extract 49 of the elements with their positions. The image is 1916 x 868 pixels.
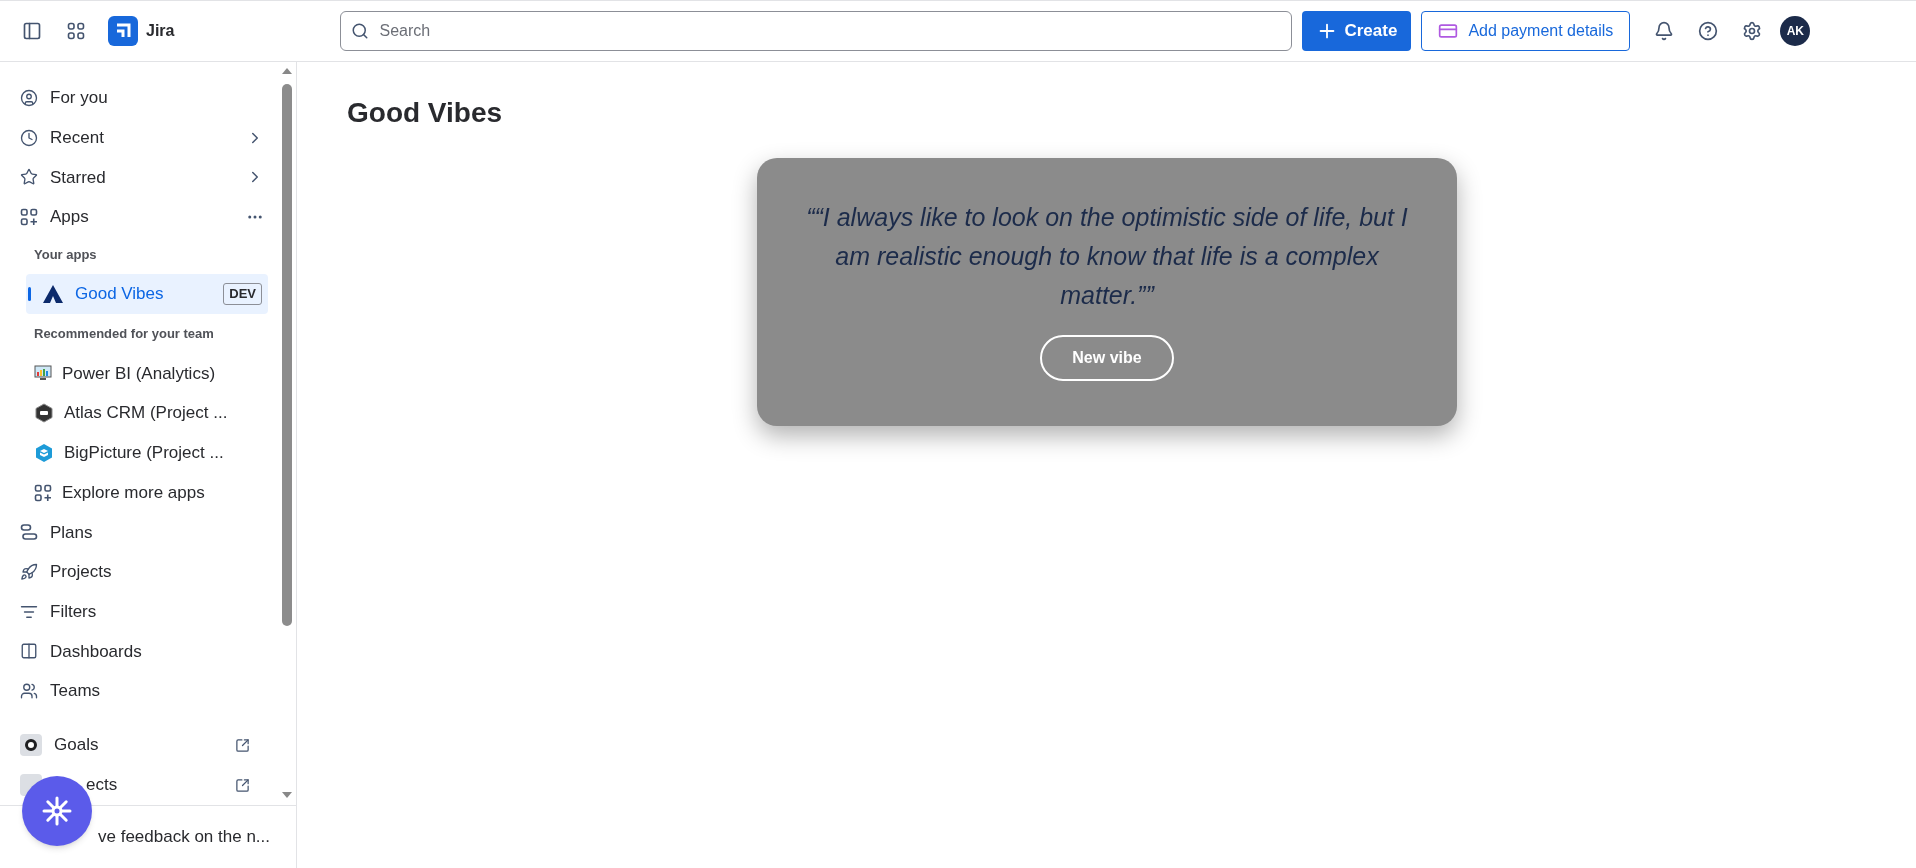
app-item[interactable]: Good Vibes DEV — [26, 274, 268, 315]
section-heading: Your apps — [34, 245, 98, 264]
sidebar-item[interactable]: Plans — [16, 512, 268, 553]
search-icon — [351, 22, 370, 40]
sidebar-item[interactable]: Starred — [16, 157, 268, 198]
star-icon — [20, 168, 38, 187]
clock-icon — [20, 128, 38, 147]
payment-button[interactable]: Add payment details — [1421, 11, 1631, 51]
page-title: Good Vibes — [347, 96, 504, 130]
external-link-icon — [235, 737, 250, 753]
app-item[interactable]: Atlas CRM (Project ... — [16, 393, 268, 434]
help-icon[interactable] — [1698, 21, 1719, 41]
sidebar-item[interactable]: Projects — [16, 552, 268, 592]
people-icon — [20, 682, 38, 701]
sidebar-item[interactable]: Filters — [16, 591, 268, 632]
chart-monitor-icon — [34, 364, 52, 383]
mountain-icon — [43, 285, 63, 304]
sparkle-icon — [42, 796, 72, 826]
app-item[interactable]: Explore more apps — [16, 472, 268, 513]
feedback-link[interactable]: ve feedback on the n... — [98, 824, 270, 850]
card-icon — [1438, 21, 1459, 41]
settings-icon[interactable] — [1742, 21, 1763, 41]
external-link-icon — [235, 777, 250, 793]
sidebar-item[interactable]: Dashboards — [16, 631, 268, 672]
quote-text: ““I always like to look on the optimistic side of life, but I am realistic enough to know that life is a complex matter.”” — [805, 202, 1409, 311]
notifications-icon[interactable] — [1654, 21, 1675, 41]
app-name: Jira — [146, 21, 175, 41]
person-icon — [20, 88, 38, 107]
apps-icon — [34, 483, 52, 502]
hexagon-icon — [34, 442, 54, 463]
logo-icon — [108, 16, 138, 46]
app-item[interactable]: BigPicture (Project ... — [16, 433, 268, 473]
sidebar-item[interactable]: For you — [16, 78, 268, 118]
sidebar-item[interactable]: Recent — [16, 117, 268, 158]
app-item[interactable]: Power BI (Analytics) — [16, 353, 268, 394]
create-button[interactable]: Create — [1302, 11, 1412, 51]
sidebar-item[interactable]: Goals — [16, 725, 268, 766]
dashboard-icon — [20, 642, 38, 661]
search-field[interactable]: Search — [340, 11, 1293, 51]
apps-icon — [20, 208, 38, 226]
sidebar-item[interactable]: Apps — [16, 197, 268, 237]
section-heading: Recommended for your team — [34, 325, 215, 344]
hexagon-icon — [34, 403, 54, 424]
plans-icon — [20, 523, 38, 542]
dev-badge: DEV — [223, 283, 262, 305]
rocket-icon — [20, 563, 38, 582]
target-icon — [20, 734, 42, 757]
sidebar-item[interactable]: Teams — [16, 671, 268, 712]
avatar[interactable]: AK — [1780, 16, 1811, 46]
